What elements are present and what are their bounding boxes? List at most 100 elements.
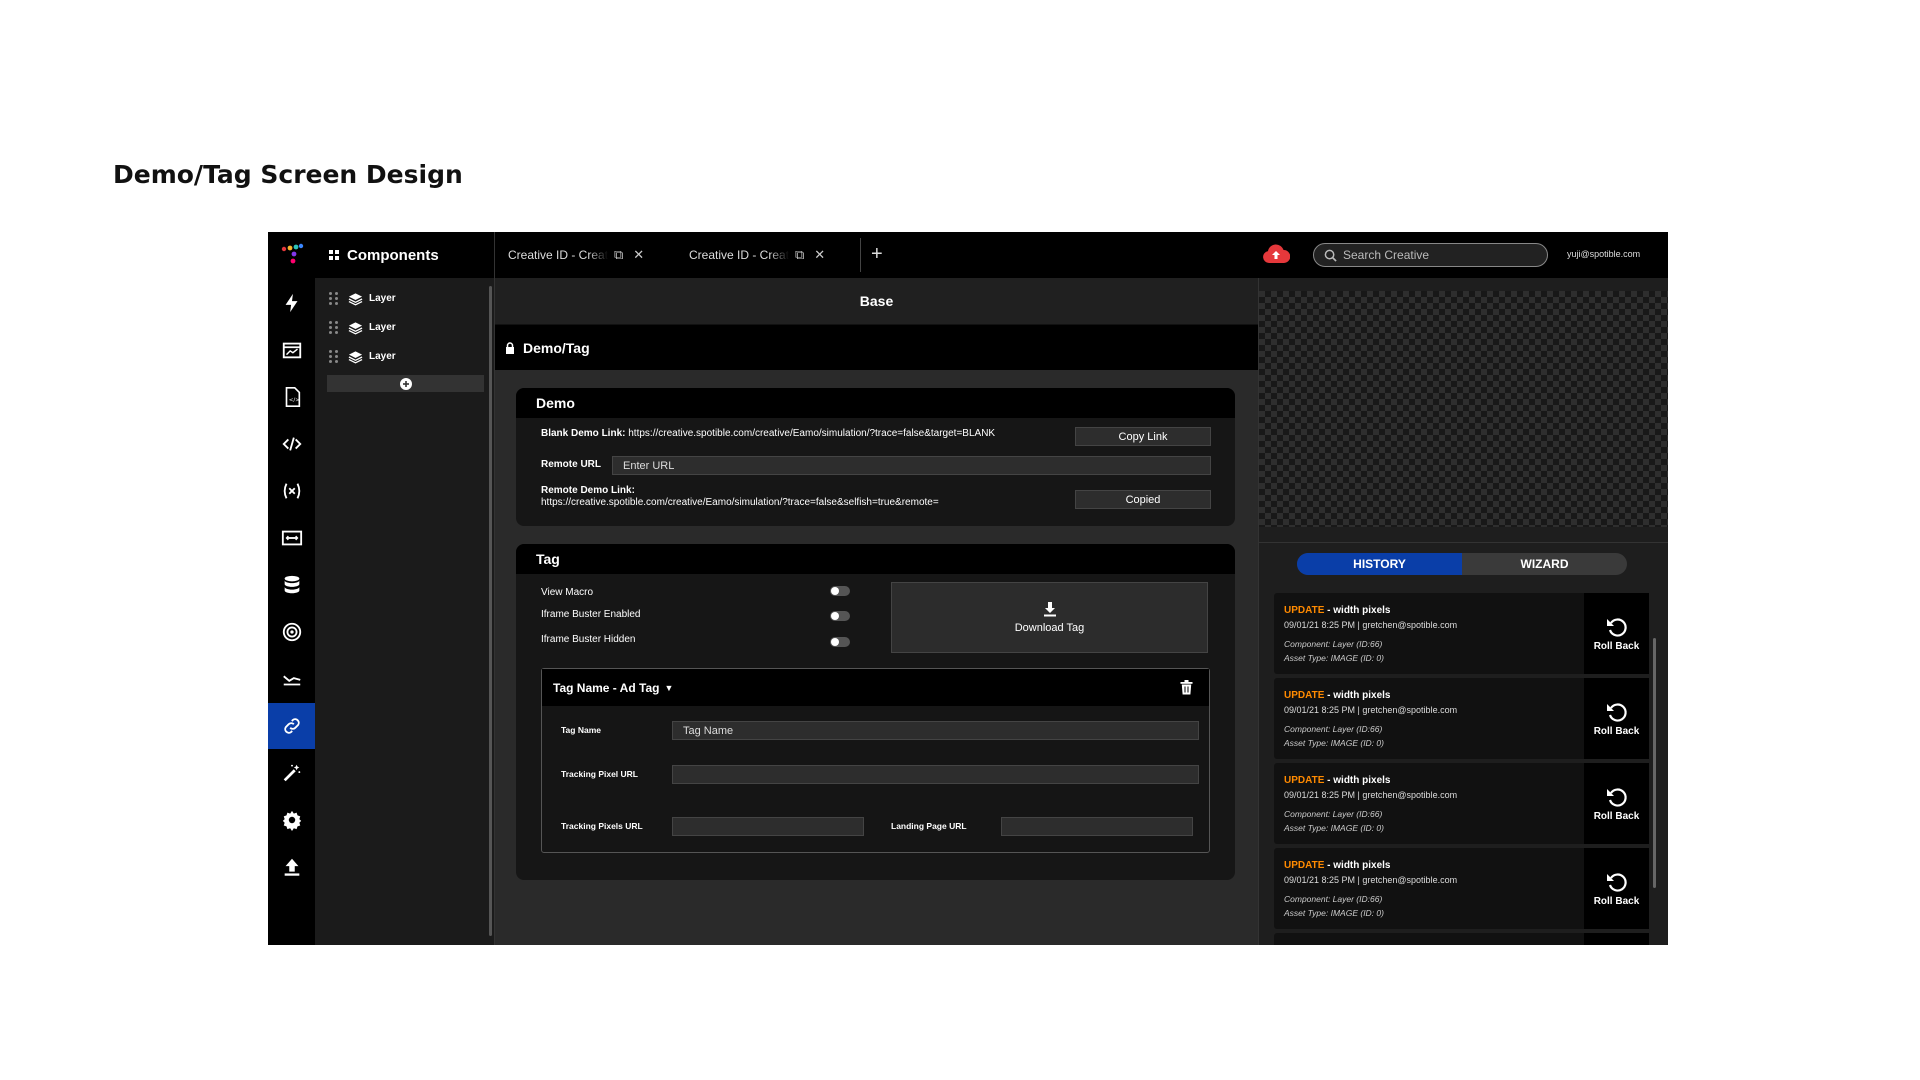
layer-label: Layer: [369, 351, 396, 362]
history-asset: Asset Type: IMAGE (ID: 0): [1284, 653, 1384, 663]
layer-item[interactable]: Layer: [315, 313, 494, 342]
tag-config-box: Tag Name - Ad Tag ▼ Tag Name Tag Name Tr…: [541, 668, 1210, 853]
code-icon[interactable]: [268, 421, 315, 467]
copied-button[interactable]: Copied: [1075, 490, 1211, 509]
download-tag-label: Download Tag: [1014, 622, 1085, 634]
tab-history[interactable]: HISTORY: [1297, 553, 1462, 575]
layer-label: Layer: [369, 322, 396, 333]
history-component: Component: Layer (ID:66): [1284, 809, 1383, 819]
remote-url-label: Remote URL: [541, 459, 602, 470]
roll-back-button[interactable]: Roll Back: [1584, 678, 1649, 759]
tracking-pixels-url-input[interactable]: [672, 817, 864, 836]
svg-text:</>: </>: [288, 398, 299, 404]
main-panel: Base Demo/Tag Demo Blank Demo Link: http…: [495, 278, 1258, 945]
lock-icon: [506, 341, 514, 354]
history-item: UPDATE - width pixels 09/01/21 8:25 PM |…: [1274, 848, 1649, 929]
tag-name-header[interactable]: Tag Name - Ad Tag ▼: [542, 669, 1209, 706]
database-icon[interactable]: [268, 562, 315, 608]
blank-demo-link: Blank Demo Link: https://creative.spotib…: [541, 428, 996, 439]
add-tab-button[interactable]: +: [871, 243, 883, 266]
popout-icon[interactable]: ⧉: [795, 247, 804, 263]
preview-canvas[interactable]: [1259, 291, 1668, 527]
tab-bar: Creative ID - Creative Name ⧉ ✕ Creative…: [495, 232, 1668, 278]
trash-icon[interactable]: [1180, 680, 1193, 695]
tab-creative-2[interactable]: Creative ID - Creative Name ⧉ ✕: [689, 232, 825, 278]
history-scrollbar[interactable]: [1653, 638, 1656, 888]
caret-down-icon: ▼: [664, 682, 674, 693]
drag-handle-icon[interactable]: [329, 349, 339, 364]
view-macro-toggle[interactable]: [830, 586, 850, 596]
upload-icon[interactable]: [268, 844, 315, 890]
section-title: Demo/Tag: [523, 339, 590, 356]
history-meta: 09/01/21 8:25 PM | gretchen@spotible.com: [1284, 705, 1458, 715]
blank-demo-url[interactable]: https://creative.spotible.com/creative/E…: [628, 428, 995, 439]
roll-back-button[interactable]: Roll Back: [1584, 593, 1649, 674]
copy-link-button[interactable]: Copy Link: [1075, 427, 1211, 446]
user-email[interactable]: yuji@spotible.com: [1567, 249, 1640, 259]
iframe-buster-enabled-label: Iframe Buster Enabled: [541, 609, 641, 620]
iframe-buster-hidden-toggle[interactable]: [830, 637, 850, 647]
drag-handle-icon[interactable]: [329, 320, 339, 335]
analytics-icon[interactable]: [268, 327, 315, 373]
magic-wand-icon[interactable]: [268, 750, 315, 796]
view-macro-label: View Macro: [541, 587, 594, 598]
add-layer-button[interactable]: [327, 375, 484, 392]
history-title: UPDATE - width pixels: [1284, 775, 1391, 786]
tab-label: Creative ID - Creative Name: [689, 248, 789, 262]
cloud-upload-icon[interactable]: [1262, 244, 1290, 264]
layer-item[interactable]: Layer: [315, 284, 494, 313]
iframe-buster-enabled-toggle[interactable]: [830, 611, 850, 621]
roll-back-button[interactable]: Roll Back: [1584, 763, 1649, 844]
search-input[interactable]: Search Creative: [1313, 243, 1548, 267]
trend-icon[interactable]: [268, 656, 315, 702]
history-component: Component: Layer (ID:66): [1284, 894, 1383, 904]
variable-icon[interactable]: [268, 468, 315, 514]
download-tag-button[interactable]: Download Tag: [891, 582, 1208, 653]
undo-icon: [1606, 872, 1627, 892]
undo-icon: [1606, 787, 1627, 807]
page-title: Demo/Tag Screen Design: [113, 160, 463, 189]
history-title: UPDATE - width pixels: [1284, 860, 1391, 871]
target-icon[interactable]: [268, 609, 315, 655]
plus-circle-icon: [399, 377, 412, 390]
app-window: </> Components Layer Layer Layer Creativ…: [268, 232, 1668, 945]
history-title: UPDATE - width pixels: [1284, 605, 1391, 616]
resize-icon[interactable]: [268, 515, 315, 561]
link-icon[interactable]: [268, 703, 315, 749]
base-title: Base: [495, 278, 1258, 325]
tag-name-label: Tag Name: [561, 725, 601, 735]
tab-creative-1[interactable]: Creative ID - Creative Name ⧉ ✕: [508, 232, 644, 278]
icon-rail: </>: [268, 232, 315, 945]
remote-demo-link-label: Remote Demo Link:: [541, 485, 635, 496]
grid-icon: [329, 250, 339, 260]
demo-card-title: Demo: [516, 388, 1235, 418]
gear-icon[interactable]: [268, 797, 315, 843]
tab-wizard[interactable]: WIZARD: [1462, 553, 1627, 575]
remote-demo-url[interactable]: https://creative.spotible.com/creative/E…: [541, 497, 939, 508]
close-icon[interactable]: ✕: [633, 247, 644, 263]
roll-back-button[interactable]: [1584, 933, 1649, 945]
layer-label: Layer: [369, 293, 396, 304]
tag-card-title: Tag: [516, 544, 1235, 574]
search-icon: [1324, 249, 1337, 262]
components-scrollbar[interactable]: [489, 286, 492, 936]
popout-icon[interactable]: ⧉: [614, 247, 623, 263]
history-item: UPDATE - width pixels 09/01/21 8:25 PM |…: [1274, 678, 1649, 759]
iframe-buster-hidden-label: Iframe Buster Hidden: [541, 634, 636, 645]
lightning-icon[interactable]: [268, 280, 315, 326]
landing-page-url-input[interactable]: [1001, 817, 1193, 836]
remote-url-input[interactable]: Enter URL: [612, 456, 1211, 475]
layers-icon: [348, 321, 363, 335]
components-panel: Components Layer Layer Layer: [315, 232, 495, 945]
tag-card: Tag View Macro Iframe Buster Enabled Ifr…: [516, 544, 1235, 880]
undo-icon: [1606, 617, 1627, 637]
close-icon[interactable]: ✕: [814, 247, 825, 263]
roll-back-button[interactable]: Roll Back: [1584, 848, 1649, 929]
code-file-icon[interactable]: </>: [268, 374, 315, 420]
drag-handle-icon[interactable]: [329, 291, 339, 306]
tracking-pixel-url-input[interactable]: [672, 765, 1199, 784]
layer-item[interactable]: Layer: [315, 342, 494, 371]
tag-name-input[interactable]: Tag Name: [672, 721, 1199, 740]
history-item: UPDATE - width pixels 09/01/21 8:25 PM |…: [1274, 763, 1649, 844]
history-title: UPDATE - width pixels: [1284, 690, 1391, 701]
